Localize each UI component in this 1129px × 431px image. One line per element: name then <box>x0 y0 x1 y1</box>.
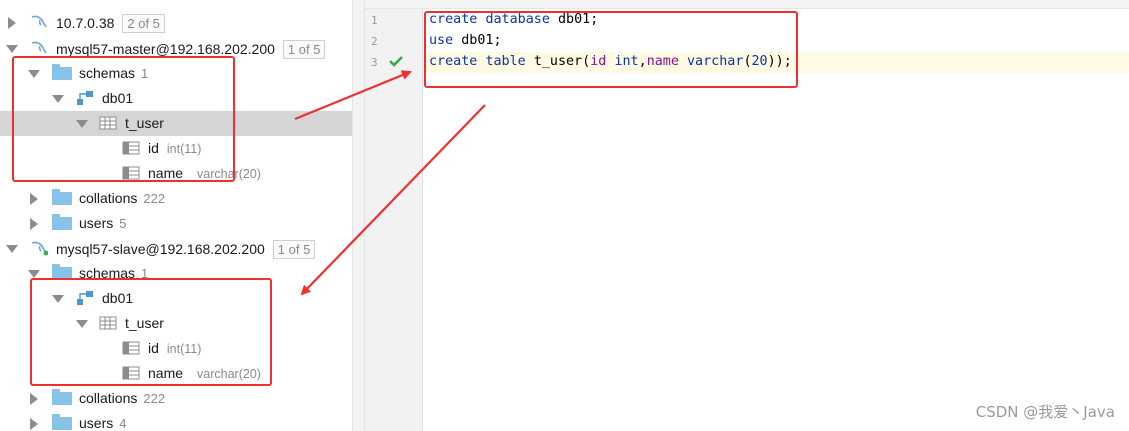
line-number: 2 <box>371 35 378 48</box>
expand-arrow-icon[interactable] <box>30 218 38 230</box>
users-label: users <box>79 415 114 431</box>
annotation-box-slave <box>30 278 272 386</box>
expand-arrow-icon[interactable] <box>8 17 16 29</box>
tree-node-users[interactable]: users 5 <box>0 211 352 236</box>
tree-node-users[interactable]: users 4 <box>0 411 352 431</box>
tree-node-connection-1[interactable]: 10.7.0.38 2 of 5 <box>0 10 352 35</box>
tree-node-collations[interactable]: collations 222 <box>0 386 352 411</box>
connection-badge: 2 of 5 <box>122 14 165 33</box>
connection-badge: 1 of 5 <box>272 240 316 259</box>
watermark: CSDN @我爱丶Java <box>975 403 1115 421</box>
editor-top-strip <box>365 0 1129 9</box>
collations-label: collations <box>79 190 138 206</box>
line-number: 1 <box>371 14 378 27</box>
annotation-box-sql <box>424 11 798 88</box>
connection-label: mysql57-master@192.168.202.200 <box>56 41 275 57</box>
editor-gutter: 1 2 3 <box>365 0 423 431</box>
tree-scrollbar[interactable] <box>352 0 365 431</box>
annotation-box-master <box>12 56 235 182</box>
mysql-dolphin-icon <box>30 40 48 56</box>
folder-icon <box>52 214 72 230</box>
line-number: 3 <box>371 56 378 69</box>
execution-success-checkmark-icon <box>389 54 403 70</box>
mysql-dolphin-icon <box>30 14 48 30</box>
tree-node-connection-slave[interactable]: mysql57-slave@192.168.202.200 1 of 5 <box>0 236 352 261</box>
collapse-arrow-icon[interactable] <box>28 270 40 278</box>
connection-badge: 1 of 5 <box>282 40 326 59</box>
users-count: 4 <box>119 416 127 431</box>
collations-label: collations <box>79 390 138 406</box>
users-count: 5 <box>119 216 127 231</box>
tree-node-collations[interactable]: collations 222 <box>0 186 352 211</box>
folder-icon <box>52 189 72 205</box>
folder-icon <box>52 414 72 430</box>
connection-label: mysql57-slave@192.168.202.200 <box>56 241 265 257</box>
users-label: users <box>79 215 114 231</box>
folder-icon <box>52 389 72 405</box>
collapse-arrow-icon[interactable] <box>6 45 18 53</box>
collations-count: 222 <box>143 391 166 406</box>
mysql-dolphin-connected-icon <box>30 240 49 256</box>
collations-count: 222 <box>143 191 166 206</box>
expand-arrow-icon[interactable] <box>30 193 38 205</box>
connection-host-label: 10.7.0.38 <box>56 15 115 31</box>
expand-arrow-icon[interactable] <box>30 393 38 405</box>
expand-arrow-icon[interactable] <box>30 418 38 430</box>
collapse-arrow-icon[interactable] <box>6 245 18 253</box>
